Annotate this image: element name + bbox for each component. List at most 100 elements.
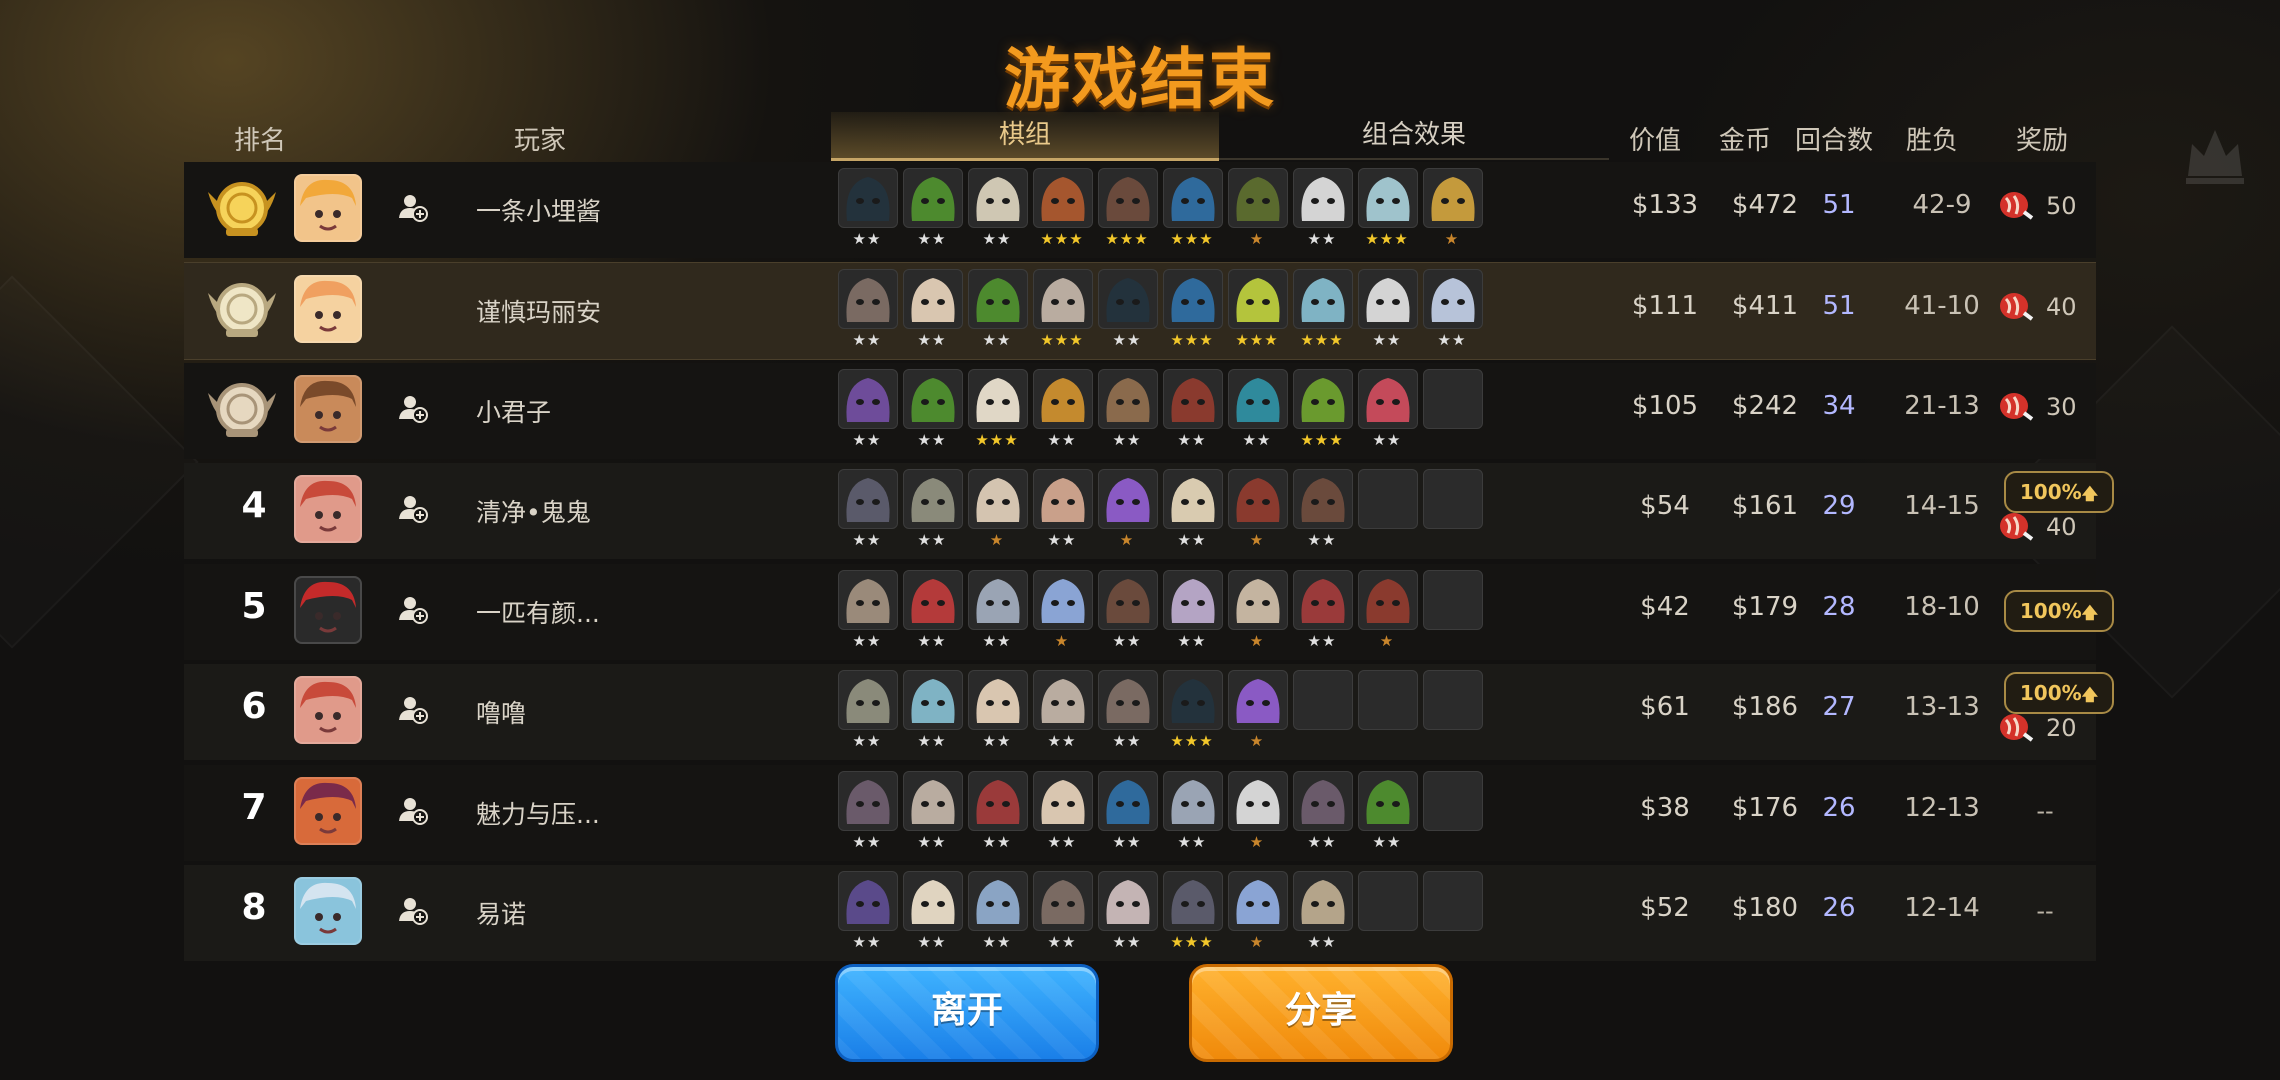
unit-portrait[interactable] [838, 168, 898, 228]
unit-portrait[interactable] [1358, 168, 1418, 228]
unit-portrait[interactable] [968, 269, 1028, 329]
unit-portrait[interactable] [1163, 771, 1223, 831]
unit-portrait[interactable] [1098, 871, 1158, 931]
unit-portrait[interactable] [1423, 269, 1483, 329]
add-friend-icon[interactable] [398, 694, 428, 724]
reward-boost-value: 100% [2019, 480, 2082, 504]
unit-portrait[interactable] [1293, 570, 1353, 630]
player-name[interactable]: 噜噜 [476, 694, 526, 730]
unit-portrait[interactable] [1163, 670, 1223, 730]
unit-portrait[interactable] [1293, 269, 1353, 329]
unit-portrait[interactable] [1358, 771, 1418, 831]
unit-portrait[interactable] [1098, 269, 1158, 329]
add-friend-icon[interactable] [398, 895, 428, 925]
unit-portrait[interactable] [1163, 168, 1223, 228]
unit-portrait[interactable] [968, 670, 1028, 730]
unit-portrait[interactable] [903, 871, 963, 931]
unit-portrait[interactable] [1293, 469, 1353, 529]
unit-portrait[interactable] [838, 570, 898, 630]
unit-portrait[interactable] [1098, 670, 1158, 730]
unit-portrait[interactable] [1228, 168, 1288, 228]
unit-portrait[interactable] [968, 369, 1028, 429]
add-friend-icon[interactable] [398, 493, 428, 523]
player-name[interactable]: 清净•鬼鬼 [476, 493, 591, 529]
unit-portrait[interactable] [968, 168, 1028, 228]
unit-portrait[interactable] [1358, 269, 1418, 329]
unit-face-icon [846, 278, 890, 322]
unit-portrait[interactable] [1163, 871, 1223, 931]
unit-portrait[interactable] [1033, 771, 1093, 831]
add-friend-icon[interactable] [398, 795, 428, 825]
unit-portrait[interactable] [1293, 168, 1353, 228]
unit-portrait[interactable] [838, 670, 898, 730]
unit-portrait[interactable] [1098, 570, 1158, 630]
unit-portrait[interactable] [1358, 570, 1418, 630]
unit-portrait[interactable] [1228, 570, 1288, 630]
unit-portrait[interactable] [838, 871, 898, 931]
unit-portrait[interactable] [1163, 469, 1223, 529]
player-name[interactable]: 小君子 [476, 393, 551, 429]
avatar[interactable] [294, 475, 362, 543]
unit-portrait[interactable] [838, 469, 898, 529]
avatar[interactable] [294, 174, 362, 242]
unit-portrait[interactable] [1033, 269, 1093, 329]
unit-portrait[interactable] [1163, 369, 1223, 429]
unit-portrait[interactable] [838, 771, 898, 831]
unit-portrait[interactable] [968, 469, 1028, 529]
avatar[interactable] [294, 777, 362, 845]
unit-portrait[interactable] [1033, 168, 1093, 228]
unit-portrait[interactable] [1293, 871, 1353, 931]
add-friend-icon[interactable] [398, 393, 428, 423]
unit-portrait[interactable] [1098, 369, 1158, 429]
unit-portrait[interactable] [968, 570, 1028, 630]
unit-portrait[interactable] [903, 168, 963, 228]
avatar[interactable] [294, 877, 362, 945]
unit-portrait[interactable] [968, 771, 1028, 831]
unit-portrait[interactable] [1228, 369, 1288, 429]
unit-portrait[interactable] [1033, 871, 1093, 931]
player-name[interactable]: 一匹有颜... [476, 594, 600, 630]
unit-portrait[interactable] [903, 369, 963, 429]
unit-portrait[interactable] [1033, 369, 1093, 429]
unit-portrait[interactable] [903, 670, 963, 730]
unit-portrait[interactable] [1033, 670, 1093, 730]
player-name[interactable]: 易诺 [476, 895, 526, 931]
unit-portrait[interactable] [1228, 469, 1288, 529]
unit-portrait[interactable] [1228, 670, 1288, 730]
unit-portrait[interactable] [1423, 168, 1483, 228]
avatar[interactable] [294, 275, 362, 343]
unit-portrait[interactable] [903, 269, 963, 329]
player-name[interactable]: 魅力与压... [476, 795, 600, 831]
unit-portrait[interactable] [1358, 369, 1418, 429]
unit-portrait[interactable] [1098, 469, 1158, 529]
unit-portrait[interactable] [1033, 570, 1093, 630]
unit-portrait[interactable] [1228, 871, 1288, 931]
reward-cell: -- [1994, 875, 2094, 951]
unit-portrait[interactable] [1033, 469, 1093, 529]
leave-button[interactable]: 离开 [835, 964, 1099, 1062]
unit-portrait[interactable] [903, 771, 963, 831]
unit-portrait[interactable] [968, 871, 1028, 931]
add-friend-icon[interactable] [398, 594, 428, 624]
avatar[interactable] [294, 676, 362, 744]
tab-synergy[interactable]: 组合效果 [1219, 112, 1609, 160]
avatar[interactable] [294, 375, 362, 443]
unit-portrait[interactable] [1228, 771, 1288, 831]
unit-portrait[interactable] [1228, 269, 1288, 329]
unit-portrait[interactable] [1163, 570, 1223, 630]
unit-portrait[interactable] [1293, 771, 1353, 831]
unit-portrait[interactable] [1293, 369, 1353, 429]
unit-portrait[interactable] [1098, 771, 1158, 831]
player-name[interactable]: 一条小埋酱 [476, 192, 601, 228]
unit-portrait[interactable] [838, 269, 898, 329]
unit-portrait[interactable] [1163, 269, 1223, 329]
add-friend-icon[interactable] [398, 192, 428, 222]
avatar[interactable] [294, 576, 362, 644]
tab-lineup[interactable]: 棋组 [831, 112, 1219, 161]
unit-portrait[interactable] [903, 469, 963, 529]
player-name[interactable]: 谨慎玛丽安 [476, 293, 601, 329]
unit-portrait[interactable] [838, 369, 898, 429]
share-button[interactable]: 分享 [1189, 964, 1453, 1062]
unit-portrait[interactable] [903, 570, 963, 630]
unit-portrait[interactable] [1098, 168, 1158, 228]
